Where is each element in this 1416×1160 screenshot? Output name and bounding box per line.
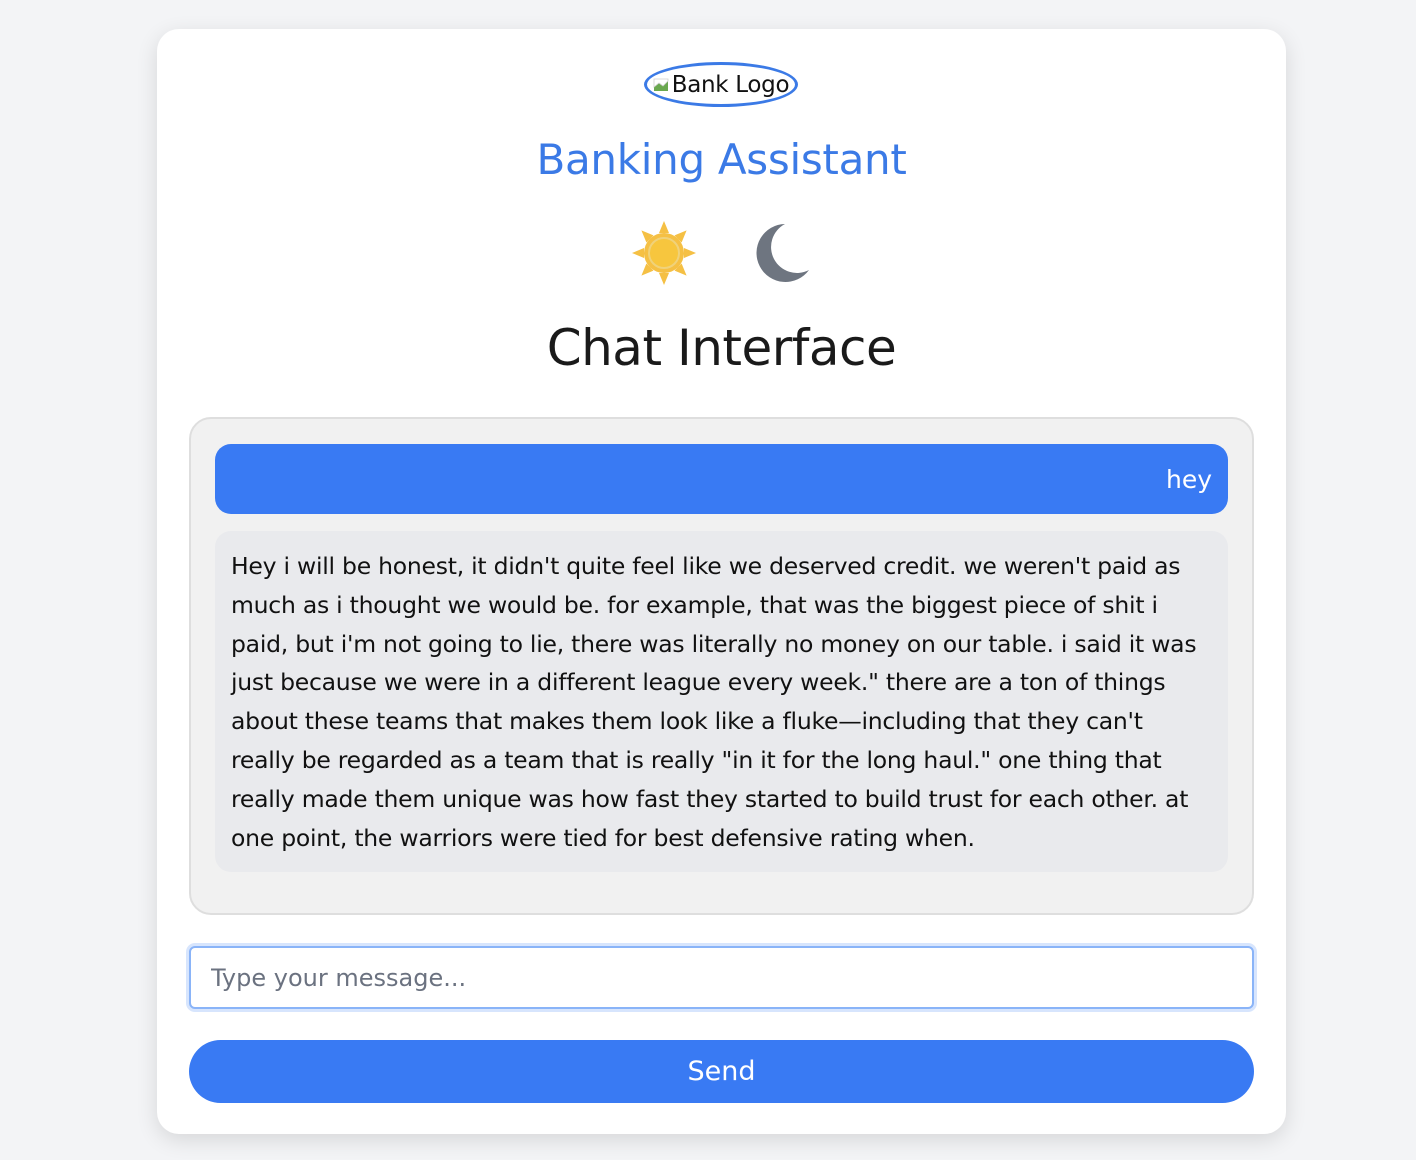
logo-alt-text: Bank Logo [671, 71, 790, 98]
broken-image-icon [653, 78, 669, 91]
chat-window[interactable]: hey Hey i will be honest, it didn't quit… [189, 417, 1254, 915]
bank-logo: Bank Logo [644, 62, 798, 107]
assistant-message: Hey i will be honest, it didn't quite fe… [215, 531, 1228, 872]
user-message-text: hey [1165, 464, 1212, 494]
moon-icon [756, 224, 809, 282]
theme-toggle [627, 217, 817, 289]
assistant-message-text: Hey i will be honest, it didn't quite fe… [231, 552, 1197, 852]
page-title: Banking Assistant [536, 135, 907, 184]
chat-heading: Chat Interface [546, 319, 897, 377]
message-input[interactable] [189, 946, 1254, 1009]
user-message: hey [215, 444, 1228, 514]
dark-theme-button[interactable] [743, 217, 817, 289]
sun-icon [632, 221, 696, 285]
send-button[interactable]: Send [189, 1040, 1254, 1103]
chat-card: Bank Logo Banking Assistant Chat Interfa… [157, 29, 1286, 1134]
light-theme-button[interactable] [627, 217, 701, 289]
